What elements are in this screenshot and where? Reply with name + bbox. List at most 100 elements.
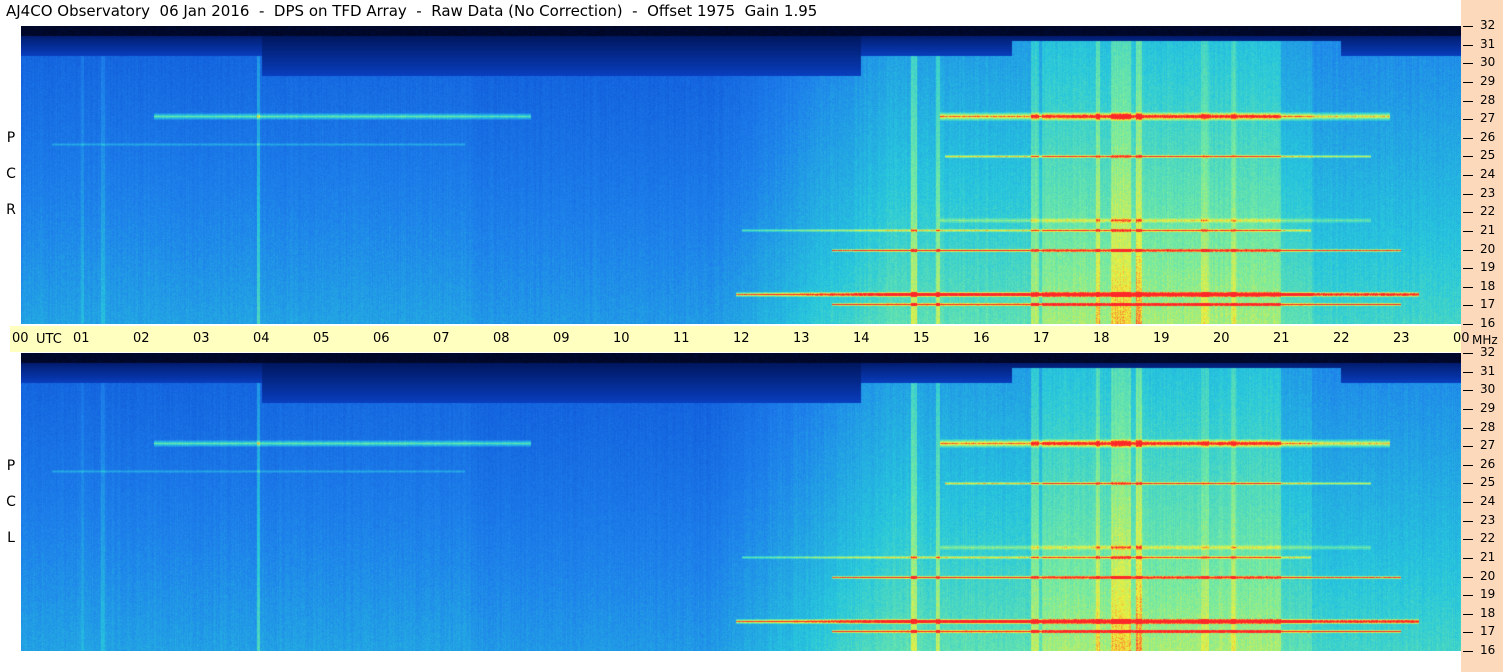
utc-tick-19: 19 <box>1153 331 1170 346</box>
freq-tick-mark-bot-25 <box>1463 483 1473 485</box>
lcp-label-char-3: L <box>7 530 15 546</box>
freq-tick-bot-30: 30 <box>1480 382 1496 397</box>
utc-tick-14: 14 <box>853 331 870 346</box>
freq-tick-top-19: 19 <box>1480 260 1496 275</box>
freq-tick-mark-bot-22 <box>1463 539 1473 541</box>
utc-tick-18: 18 <box>1093 331 1110 346</box>
lcp-spectrogram-canvas <box>21 353 1461 651</box>
freq-tick-bot-31: 31 <box>1480 363 1496 378</box>
freq-tick-bot-24: 24 <box>1480 494 1496 508</box>
freq-tick-mark-top-23 <box>1463 193 1473 195</box>
lcp-spectrogram-panel <box>21 353 1461 651</box>
freq-tick-top-27: 27 <box>1480 111 1496 126</box>
freq-tick-mark-top-20 <box>1463 249 1473 251</box>
rcp-spectrogram-canvas <box>21 26 1461 324</box>
freq-tick-mark-top-21 <box>1463 230 1473 232</box>
freq-tick-mark-bot-21 <box>1463 557 1473 559</box>
freq-tick-top-25: 25 <box>1480 148 1496 163</box>
utc-tick-3: 03 <box>193 331 210 346</box>
freq-tick-mark-top-27 <box>1463 119 1473 121</box>
freq-tick-bot-28: 28 <box>1480 419 1496 434</box>
utc-tick-15: 15 <box>913 331 930 346</box>
utc-tick-21: 21 <box>1273 331 1290 346</box>
freq-tick-mark-top-25 <box>1463 156 1473 158</box>
freq-tick-mark-top-29 <box>1463 81 1473 83</box>
utc-tick-13: 13 <box>793 331 810 346</box>
freq-tick-top-22: 22 <box>1480 204 1496 219</box>
freq-tick-mark-bot-17 <box>1463 632 1473 634</box>
freq-tick-bot-29: 29 <box>1480 400 1496 415</box>
utc-tick-9: 09 <box>553 331 570 346</box>
freq-tick-bot-22: 22 <box>1480 531 1496 546</box>
rcp-spectrogram-panel <box>21 26 1461 324</box>
freq-tick-bot-17: 17 <box>1480 624 1496 639</box>
freq-tick-mark-bot-32 <box>1463 353 1473 354</box>
spectrogram-figure: AJ4CO Observatory 06 Jan 2016 - DPS on T… <box>0 0 1503 672</box>
utc-tick-5: 05 <box>313 331 330 346</box>
lcp-label-char-2: C <box>6 494 16 510</box>
freq-tick-mark-bot-30 <box>1463 390 1473 392</box>
freq-tick-top-32: 32 <box>1480 18 1496 32</box>
freq-tick-mark-bot-23 <box>1463 520 1473 522</box>
freq-tick-top-30: 30 <box>1480 55 1496 70</box>
utc-tick-20: 20 <box>1213 331 1230 346</box>
chart-title: AJ4CO Observatory 06 Jan 2016 - DPS on T… <box>6 2 818 20</box>
utc-tick-16: 16 <box>973 331 990 346</box>
utc-tick-8: 08 <box>493 331 510 346</box>
freq-tick-mark-bot-29 <box>1463 408 1473 410</box>
freq-tick-top-31: 31 <box>1480 36 1496 51</box>
freq-tick-mark-top-32 <box>1463 26 1473 27</box>
utc-tick-11: 11 <box>673 331 690 346</box>
freq-tick-mark-bot-26 <box>1463 464 1473 466</box>
freq-tick-top-17: 17 <box>1480 297 1496 312</box>
utc-tick-10: 10 <box>613 331 630 346</box>
freq-tick-bot-27: 27 <box>1480 438 1496 453</box>
freq-tick-top-18: 18 <box>1480 278 1496 293</box>
utc-tick-7: 07 <box>433 331 450 346</box>
freq-tick-mark-top-16 <box>1463 324 1473 325</box>
utc-tick-22: 22 <box>1333 331 1350 346</box>
freq-tick-bot-32: 32 <box>1480 345 1496 359</box>
freq-tick-mark-top-22 <box>1463 212 1473 214</box>
utc-tick-1: 01 <box>73 331 90 346</box>
freq-tick-mark-top-30 <box>1463 63 1473 65</box>
freq-tick-mark-top-18 <box>1463 286 1473 288</box>
utc-tick-12: 12 <box>733 331 750 346</box>
freq-tick-mark-bot-19 <box>1463 595 1473 597</box>
freq-tick-mark-top-17 <box>1463 305 1473 307</box>
freq-tick-mark-bot-28 <box>1463 427 1473 429</box>
utc-tick-0: 00 <box>12 331 29 346</box>
utc-axis-label: UTC <box>36 332 62 347</box>
freq-tick-top-20: 20 <box>1480 241 1496 256</box>
freq-tick-top-16: 16 <box>1480 316 1496 330</box>
freq-tick-mark-top-24 <box>1463 175 1473 176</box>
freq-tick-mark-bot-27 <box>1463 446 1473 448</box>
lcp-label-char-1: P <box>6 458 16 474</box>
freq-tick-mark-bot-31 <box>1463 371 1473 373</box>
rcp-label-char-1: P <box>6 130 16 146</box>
utc-tick-17: 17 <box>1033 331 1050 346</box>
freq-tick-mark-bot-24 <box>1463 502 1473 503</box>
freq-tick-mark-bot-16 <box>1463 651 1473 652</box>
utc-tick-2: 02 <box>133 331 150 346</box>
freq-tick-bot-26: 26 <box>1480 456 1496 471</box>
freq-tick-bot-23: 23 <box>1480 512 1496 527</box>
freq-tick-top-28: 28 <box>1480 92 1496 107</box>
utc-tick-6: 06 <box>373 331 390 346</box>
utc-tick-4: 04 <box>253 331 270 346</box>
freq-tick-mark-top-19 <box>1463 268 1473 270</box>
freq-tick-top-29: 29 <box>1480 73 1496 88</box>
rcp-label-char-2: C <box>6 166 16 182</box>
freq-tick-bot-16: 16 <box>1480 643 1496 657</box>
freq-tick-mark-top-31 <box>1463 44 1473 46</box>
freq-tick-bot-21: 21 <box>1480 549 1496 564</box>
freq-tick-top-26: 26 <box>1480 129 1496 144</box>
freq-tick-top-24: 24 <box>1480 167 1496 181</box>
freq-tick-top-23: 23 <box>1480 185 1496 200</box>
utc-tick-23: 23 <box>1393 331 1410 346</box>
freq-tick-bot-25: 25 <box>1480 475 1496 490</box>
freq-tick-mark-top-26 <box>1463 137 1473 139</box>
freq-tick-bot-18: 18 <box>1480 605 1496 620</box>
freq-tick-bot-20: 20 <box>1480 568 1496 583</box>
utc-tick-24: 00 <box>1453 331 1470 346</box>
